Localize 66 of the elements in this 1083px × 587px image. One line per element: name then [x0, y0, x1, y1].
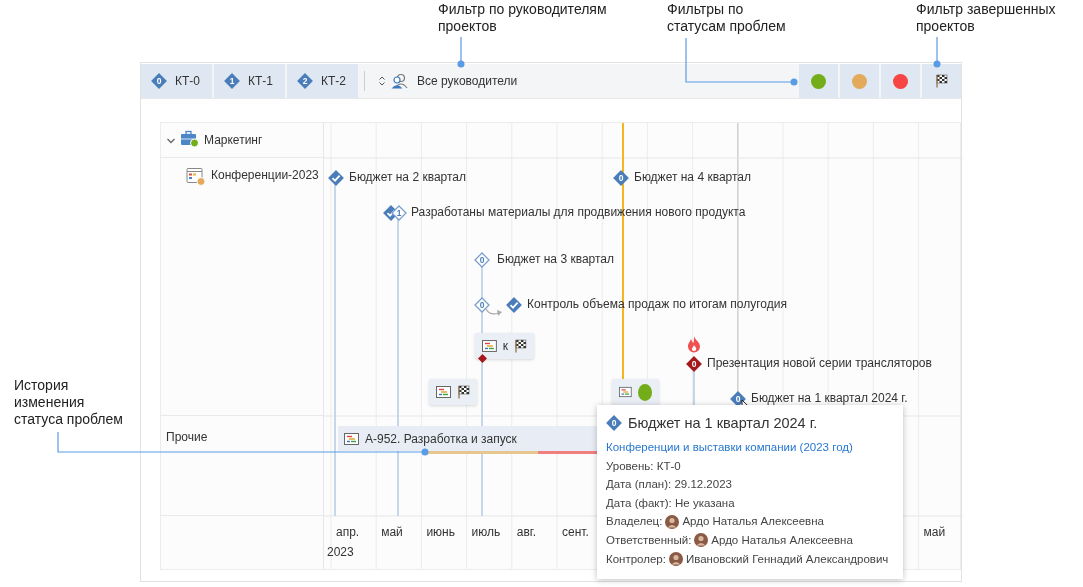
calendar-icon [186, 167, 206, 186]
checkered-flag-icon [514, 339, 527, 353]
milestone-diamond[interactable]: 0 [474, 252, 490, 268]
annotation-text: Фильтры по статусам проблем [667, 1, 787, 35]
year-label: 2023 [327, 545, 354, 559]
person-name: Ардо Наталья Алексеевна [711, 532, 853, 548]
avatar-icon [694, 533, 709, 548]
level-diamond-icon[interactable]: 1 [224, 73, 240, 89]
level-filter-button[interactable]: 1 КТ-1 [214, 64, 285, 98]
tooltip-text: Дата (план): 29.12.2023 [606, 477, 732, 493]
milestone-label[interactable]: Бюджет на 1 квартал 2024 г. [751, 391, 908, 405]
month-label: авг. [516, 525, 537, 539]
milestone-diamond[interactable] [328, 170, 344, 186]
annotation-text: Фильтр по руководителям проектов [438, 1, 608, 35]
level-diamond-icon[interactable]: 0 [606, 415, 622, 431]
milestone-label[interactable]: Бюджет на 4 квартал [634, 170, 751, 184]
tooltip-text: Уровень: КТ-0 [606, 458, 681, 474]
month-label: сент. [562, 525, 589, 539]
level-diamond-icon[interactable]: 0 [151, 73, 167, 89]
annotation-text: История изменения статуса проблем [14, 377, 124, 428]
gantt-icon [344, 432, 359, 445]
gantt-icon [436, 386, 451, 398]
completed-filter-button[interactable] [922, 64, 961, 98]
month-label: май [381, 525, 403, 539]
fire-icon [686, 335, 702, 353]
leader-line [457, 36, 465, 68]
leader-line [933, 36, 941, 68]
checkered-flag-icon [457, 385, 470, 399]
tree-item[interactable]: Конференции-2023 [211, 168, 319, 182]
month-label: июль [471, 525, 501, 539]
avatar-icon [665, 514, 680, 529]
issue-chip[interactable]: к [475, 333, 534, 359]
issue-chip[interactable] [429, 379, 477, 405]
role-label: Владелец: [606, 514, 663, 530]
level-diamond-icon[interactable]: 2 [297, 73, 313, 89]
manager-filter-dropdown[interactable]: Все руководители [378, 64, 518, 98]
milestone-diamond[interactable]: 0 [474, 297, 490, 313]
month-label: июнь [426, 525, 455, 539]
tree-item[interactable]: Прочие [166, 430, 208, 444]
avatar-icon [668, 551, 683, 566]
milestone-label[interactable]: Бюджет на 3 квартал [497, 252, 614, 266]
chip-label: к [502, 339, 509, 353]
sort-icon [378, 75, 386, 87]
tree-item[interactable]: Маркетинг [204, 133, 263, 147]
gantt-icon [482, 340, 497, 352]
annotation-text: Фильтр завершенных проектов [916, 1, 1057, 35]
milestone-label[interactable]: Презентация новой серии трансляторов [707, 356, 932, 370]
role-label: Ответственный: [606, 532, 692, 548]
status-filter-button[interactable] [799, 64, 838, 98]
level-filter-button[interactable]: 2 КТ-2 [287, 64, 358, 98]
role-label: Контролер: [606, 551, 666, 567]
tooltip-text: Дата (факт): Не указана [606, 495, 735, 511]
milestone-diamond[interactable]: 0 [686, 356, 702, 372]
briefcase-icon [180, 130, 200, 148]
gantt-icon [619, 386, 632, 398]
checkered-flag-icon [935, 74, 948, 88]
milestone-diamond[interactable]: 1 [391, 205, 407, 221]
person-name: Ивановский Геннадий Александрович [685, 551, 889, 567]
month-label: апр. [336, 525, 360, 539]
users-icon [391, 73, 409, 89]
level-filter-button[interactable]: 0 КТ-0 [141, 64, 212, 98]
milestone-diamond[interactable]: 0 [613, 170, 629, 186]
milestone-label[interactable]: Бюджет на 2 квартал [349, 170, 466, 184]
person-name: Ардо Наталья Алексеевна [682, 514, 824, 530]
milestone-diamond[interactable] [506, 297, 522, 313]
month-label: май [923, 525, 946, 539]
